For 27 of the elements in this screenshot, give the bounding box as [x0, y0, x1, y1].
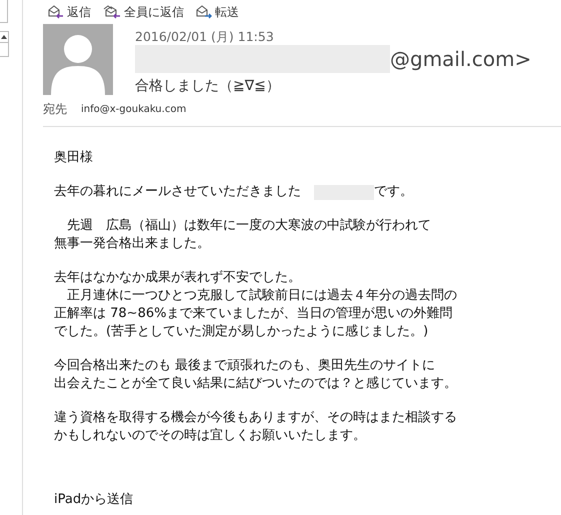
sender-address: @gmail.com>: [390, 47, 532, 71]
body-text: かもしれないのでその時は宜しくお願いいたします。: [54, 427, 366, 445]
body-text: 正解率は 78~86%まで来ていましたが、当日の管理が思いの外難問: [54, 305, 452, 323]
envelope-forward-icon: [196, 5, 212, 19]
message-date: 2016/02/01 (月) 11:53: [135, 29, 275, 45]
signature-text: iPadから送信: [54, 491, 134, 509]
reply-button[interactable]: 返信: [48, 4, 91, 20]
body-text: 去年はなかなか成果が表れず不安でした。: [54, 269, 301, 287]
body-text: でした。(苦手としていた測定が易しかったように感じました。): [54, 323, 428, 341]
body-text: 去年の暮れにメールさせていただきました: [54, 183, 302, 201]
scroll-up-icon[interactable]: [1, 35, 7, 39]
envelope-reply-icon: [48, 5, 64, 19]
envelope-reply-all-icon: [103, 5, 121, 19]
body-text: 奥田様: [54, 149, 93, 167]
avatar-placeholder-icon: [43, 24, 113, 95]
body-text: 違う資格を取得する機会が今後もありますが、その時はまた相談する: [54, 409, 457, 427]
body-text: 出会えたことが全て良い結果に結びついたのでは？と感じています。: [54, 375, 457, 393]
body-text: 先週 広島（福山）は数年に一度の大寒波の中試験が行われて: [66, 217, 431, 235]
body-text: 今回合格出来たのも 最後まで頑張れたのも、奥田先生のサイトに: [54, 357, 436, 375]
recipient-address: info@x-goukaku.com: [81, 104, 186, 114]
to-label: 宛先: [43, 100, 67, 118]
reply-all-button[interactable]: 全員に返信: [103, 4, 184, 20]
forward-button[interactable]: 転送: [196, 4, 239, 20]
body-text: 無事一発合格出来ました。: [54, 235, 210, 253]
body-text: 正月連休に一つひとつ克服して試験前日には過去４年分の過去問の: [66, 287, 457, 305]
message-subject: 合格しました（≧∇≦）: [135, 77, 281, 95]
body-text: です。: [374, 183, 413, 201]
